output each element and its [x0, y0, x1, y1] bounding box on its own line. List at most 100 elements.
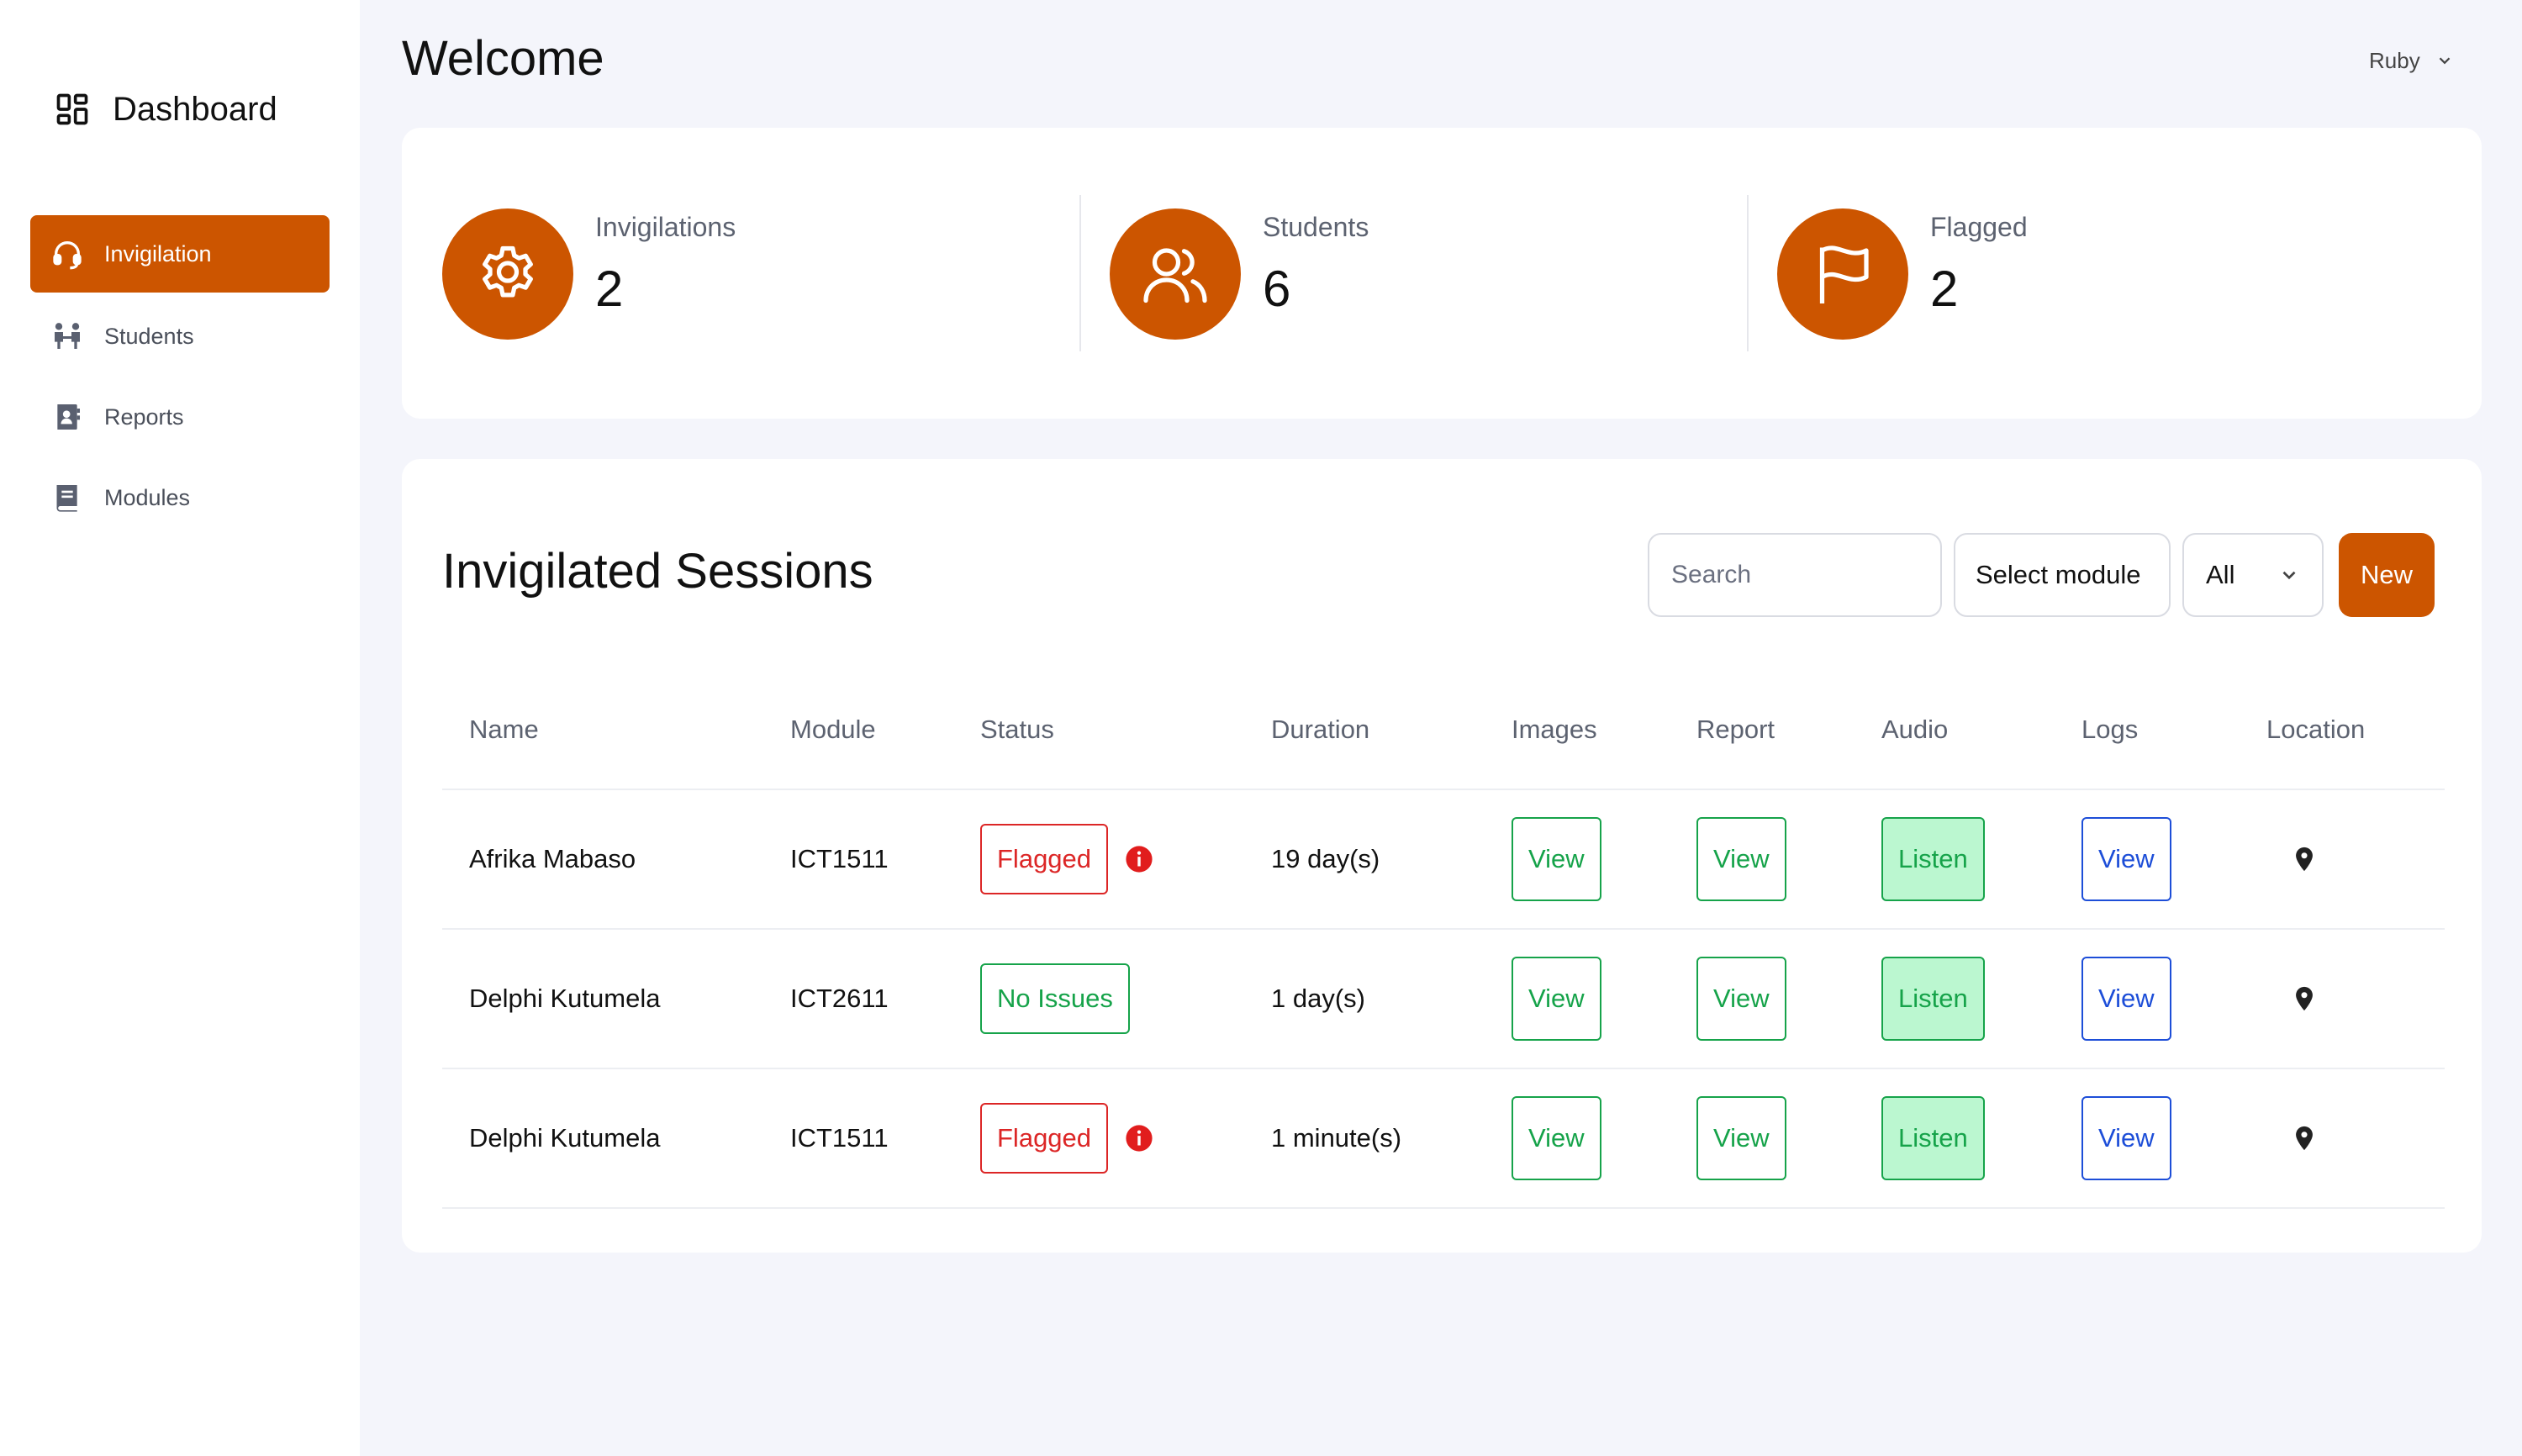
audio-listen-button[interactable]: Listen	[1881, 817, 1985, 901]
stat-invigilations: Invigilations 2	[442, 208, 736, 340]
sidebar-item-label: Reports	[104, 404, 184, 430]
sessions-table: Name Module Status Duration Images Repor…	[442, 667, 2445, 1209]
sidebar-item-label: Modules	[104, 484, 191, 510]
column-header: Name	[469, 715, 539, 744]
logs-view-button[interactable]: View	[2081, 957, 2171, 1041]
stat-icon-circle	[1777, 208, 1908, 340]
location-pin-icon[interactable]	[2290, 845, 2319, 873]
logs-cell: View	[2081, 1069, 2171, 1207]
status-cell: Flagged	[980, 1069, 1153, 1207]
stat-value: 2	[595, 261, 624, 317]
module-code: ICT1511	[790, 844, 889, 873]
sidebar-item-reports[interactable]: Reports	[30, 378, 330, 456]
report-cell: View	[1696, 1069, 1786, 1207]
duration: 19 day(s)	[1271, 844, 1380, 873]
images-view-button[interactable]: View	[1512, 957, 1601, 1041]
stat-label: Flagged	[1930, 212, 2028, 242]
table-header: Name Module Status Duration Images Repor…	[442, 667, 2445, 790]
brand-label: Dashboard	[113, 90, 277, 128]
module-code: ICT1511	[790, 1123, 889, 1153]
audio-listen-button[interactable]: Listen	[1881, 957, 1985, 1041]
audio-cell: Listen	[1881, 790, 1985, 928]
gear-icon	[483, 245, 533, 298]
logs-view-button[interactable]: View	[2081, 1096, 2171, 1180]
location-cell	[2290, 1069, 2319, 1207]
logs-view-button[interactable]: View	[2081, 817, 2171, 901]
sidebar: Dashboard Invigilation Students Reports …	[0, 0, 360, 1456]
student-name: Delphi Kutumela	[469, 1123, 661, 1153]
location-pin-icon[interactable]	[2290, 984, 2319, 1013]
table-row: Afrika Mabaso ICT1511 Flagged 19 day(s) …	[442, 790, 2445, 930]
users-icon	[1143, 248, 1207, 303]
sessions-title: Invigilated Sessions	[442, 544, 873, 599]
brand[interactable]: Dashboard	[54, 87, 277, 131]
report-cell: View	[1696, 790, 1786, 928]
module-code: ICT2611	[790, 984, 889, 1013]
duration: 1 day(s)	[1271, 984, 1365, 1013]
table-row: Delphi Kutumela ICT1511 Flagged 1 minute…	[442, 1069, 2445, 1209]
stat-icon-circle	[442, 208, 573, 340]
duration: 1 minute(s)	[1271, 1123, 1402, 1153]
stat-flagged: Flagged 2	[1777, 208, 2028, 340]
page-title: Welcome	[402, 31, 604, 86]
column-header: Report	[1696, 715, 1775, 744]
stat-value: 2	[1930, 261, 1959, 317]
stat-students: Students 6	[1110, 208, 1369, 340]
audio-cell: Listen	[1881, 1069, 1985, 1207]
info-icon[interactable]	[1125, 845, 1153, 873]
sidebar-item-label: Invigilation	[104, 240, 212, 266]
report-view-button[interactable]: View	[1696, 957, 1786, 1041]
sidebar-item-students[interactable]: Students	[30, 298, 330, 375]
search-input[interactable]	[1648, 533, 1942, 617]
stat-divider	[1079, 195, 1081, 351]
status-badge: No Issues	[980, 963, 1130, 1034]
images-view-button[interactable]: View	[1512, 817, 1601, 901]
column-header: Audio	[1881, 715, 1949, 744]
students-icon	[55, 323, 80, 349]
location-cell	[2290, 790, 2319, 928]
status-badge: Flagged	[980, 824, 1109, 894]
status-cell: No Issues	[980, 930, 1130, 1068]
column-header: Images	[1512, 715, 1597, 744]
stat-value: 6	[1263, 261, 1291, 317]
column-header: Location	[2266, 715, 2366, 744]
sessions-card: Invigilated Sessions Select module All N…	[402, 459, 2482, 1253]
column-header: Status	[980, 715, 1054, 744]
module-select[interactable]: Select module	[1954, 533, 2171, 617]
report-view-button[interactable]: View	[1696, 1096, 1786, 1180]
column-header: Logs	[2081, 715, 2139, 744]
audio-listen-button[interactable]: Listen	[1881, 1096, 1985, 1180]
location-pin-icon[interactable]	[2290, 1124, 2319, 1153]
column-header: Module	[790, 715, 876, 744]
status-badge: Flagged	[980, 1103, 1109, 1174]
location-cell	[2290, 930, 2319, 1068]
dashboard-icon	[56, 93, 88, 125]
stats-card: Invigilations 2 Students 6 Flagged 2	[402, 128, 2482, 419]
info-icon[interactable]	[1125, 1124, 1153, 1153]
logs-cell: View	[2081, 930, 2171, 1068]
images-view-button[interactable]: View	[1512, 1096, 1601, 1180]
sidebar-item-modules[interactable]: Modules	[30, 459, 330, 536]
stat-icon-circle	[1110, 208, 1241, 340]
audio-cell: Listen	[1881, 930, 1985, 1068]
images-cell: View	[1512, 790, 1601, 928]
images-cell: View	[1512, 930, 1601, 1068]
report-cell: View	[1696, 930, 1786, 1068]
status-filter-value: All	[2206, 560, 2235, 589]
sidebar-item-invigilation[interactable]: Invigilation	[30, 215, 330, 293]
chevron-down-icon	[2282, 571, 2296, 580]
logs-cell: View	[2081, 790, 2171, 928]
new-button[interactable]: New	[2339, 533, 2435, 617]
main-content: Welcome Ruby Invigilations 2 Students 6 …	[360, 0, 2522, 1456]
user-menu[interactable]: Ruby	[2369, 44, 2454, 77]
reports-icon	[57, 404, 80, 430]
report-view-button[interactable]: View	[1696, 817, 1786, 901]
status-filter-select[interactable]: All	[2182, 533, 2324, 617]
status-cell: Flagged	[980, 790, 1153, 928]
module-select-value: Select module	[1976, 560, 2141, 589]
stat-label: Invigilations	[595, 212, 736, 242]
book-icon	[56, 485, 77, 512]
stat-divider	[1747, 195, 1749, 351]
images-cell: View	[1512, 1069, 1601, 1207]
user-name: Ruby	[2369, 47, 2420, 73]
